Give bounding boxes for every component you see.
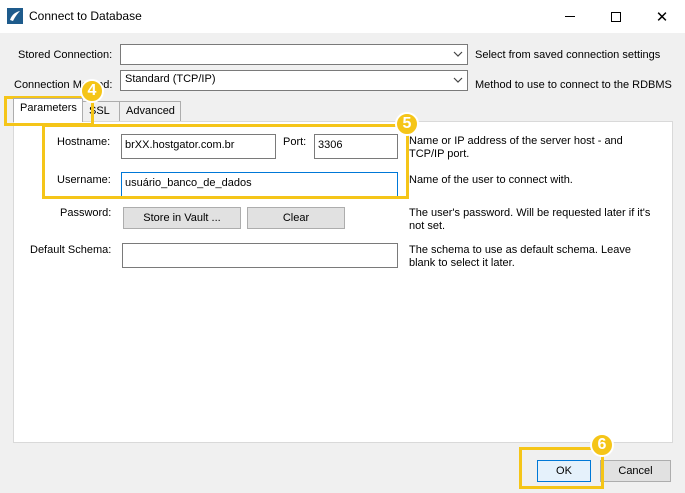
clear-password-button[interactable]: Clear xyxy=(247,207,345,229)
chevron-down-icon xyxy=(453,51,463,57)
password-description: The user's password. Will be requested l… xyxy=(409,207,651,232)
mysql-workbench-icon xyxy=(7,8,23,24)
maximize-icon xyxy=(611,11,621,22)
connection-method-value: Standard (TCP/IP) xyxy=(125,73,216,85)
connection-method-description: Method to use to connect to the RDBMS xyxy=(475,79,672,91)
password-label: Password: xyxy=(60,207,112,219)
ok-highlight-box xyxy=(519,447,604,489)
fields-highlight-box xyxy=(42,124,409,199)
close-icon: ✕ xyxy=(655,8,669,26)
connection-method-select[interactable]: Standard (TCP/IP) xyxy=(120,70,468,91)
hostname-description: Name or IP address of the server host - … xyxy=(409,135,623,160)
chevron-down-icon xyxy=(453,77,463,83)
stored-connection-description: Select from saved connection settings xyxy=(475,49,661,61)
stored-connection-label: Stored Connection: xyxy=(18,49,113,61)
window-title: Connect to Database xyxy=(29,9,142,23)
store-in-vault-button[interactable]: Store in Vault ... xyxy=(123,207,241,229)
default-schema-description: The schema to use as default schema. Lea… xyxy=(409,244,631,269)
username-description: Name of the user to connect with. xyxy=(409,174,573,186)
stored-connection-select[interactable] xyxy=(120,44,468,65)
minimize-button[interactable] xyxy=(547,0,593,33)
minimize-icon xyxy=(565,16,575,17)
tab-parameters[interactable]: Parameters xyxy=(13,98,83,122)
default-schema-input[interactable] xyxy=(122,243,398,268)
step-badge: 5 xyxy=(395,112,419,136)
close-button[interactable]: ✕ xyxy=(639,0,685,33)
tab-parameters-label: Parameters xyxy=(20,102,77,114)
tab-advanced[interactable]: Advanced xyxy=(119,101,181,121)
cancel-button[interactable]: Cancel xyxy=(600,460,671,482)
maximize-button[interactable] xyxy=(593,0,639,33)
tab-advanced-label: Advanced xyxy=(126,105,175,117)
step-badge: 6 xyxy=(590,433,614,457)
default-schema-label: Default Schema: xyxy=(30,244,112,256)
step-badge: 4 xyxy=(80,79,104,103)
